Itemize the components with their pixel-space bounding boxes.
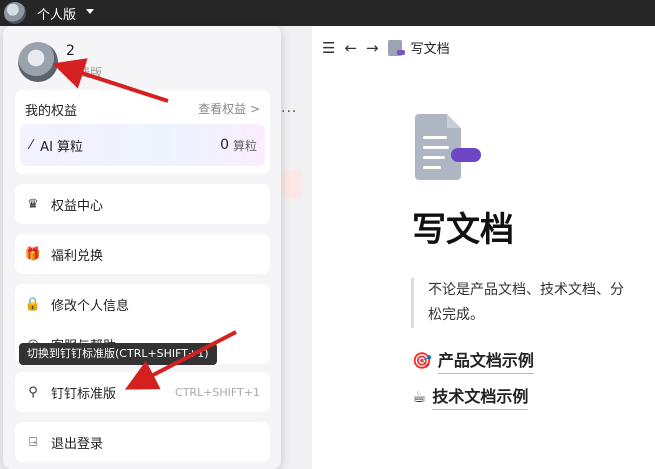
document-area: ☰ ← → 写文档 写文档 不论是产品文档、技术文档、分 松完成。 🎯 产品文档… <box>312 26 655 469</box>
back-arrow-icon[interactable]: ← <box>344 39 357 57</box>
gift-icon: 🎁 <box>24 246 42 262</box>
avatar-small[interactable] <box>4 2 26 24</box>
target-icon: 🎯 <box>412 351 432 370</box>
logout-icon: ⍈ <box>29 434 37 450</box>
page-title: 写文档 <box>412 210 514 250</box>
benefits-label: 我的权益 <box>25 104 78 119</box>
quote-line: 不论是产品文档、技术文档、分 <box>428 282 624 298</box>
ai-credits-row[interactable]: ⁄ AI 算粒 0 算粒 <box>20 124 265 166</box>
highlight-block <box>282 169 302 199</box>
top-bar: 个人版 <box>0 0 655 26</box>
magic-wand-icon: ⁄ <box>30 137 33 153</box>
coffee-icon: ☕ <box>412 387 427 406</box>
menu-item-logout[interactable]: ⍈ 退出登录 <box>15 422 270 462</box>
quote-line: 松完成。 <box>428 307 484 323</box>
caret-down-icon[interactable] <box>86 9 94 14</box>
doc-cover-icon <box>415 114 481 180</box>
breadcrumb[interactable]: 写文档 <box>411 38 450 57</box>
view-benefits-link[interactable]: 查看权益 > <box>198 100 260 117</box>
profile-header[interactable]: 2 免费版 <box>3 26 281 88</box>
account-menu: 2 免费版 我的权益 查看权益 > ⁄ AI 算粒 0 算粒 ♛ 权益中心 🎁 … <box>3 26 281 469</box>
ai-credits-count: 0 <box>220 137 229 153</box>
document-icon <box>387 39 405 56</box>
edition-label: 免费版 <box>66 66 103 80</box>
shortcut-label: CTRL+SHIFT+1 <box>175 385 260 399</box>
benefits-card: 我的权益 查看权益 > ⁄ AI 算粒 0 算粒 <box>15 90 270 174</box>
menu-item-benefits-center[interactable]: ♛ 权益中心 <box>15 184 270 224</box>
workspace-title[interactable]: 个人版 <box>37 4 76 23</box>
tooltip: 切换到钉钉标准版(CTRL+SHIFT+1) <box>19 343 217 365</box>
forward-arrow-icon[interactable]: → <box>366 39 379 57</box>
ai-credits-unit: 算粒 <box>232 138 257 153</box>
more-icon[interactable]: ··· <box>281 104 297 120</box>
lock-icon: 🔒 <box>24 296 42 312</box>
avatar[interactable] <box>18 42 58 82</box>
example-link-product[interactable]: 🎯 产品文档示例 <box>412 347 534 374</box>
quote-block: 不论是产品文档、技术文档、分 松完成。 <box>411 278 655 328</box>
ai-credits-label: AI 算粒 <box>40 139 84 155</box>
doc-nav: ☰ ← → 写文档 <box>322 38 450 58</box>
example-link-tech[interactable]: ☕ 技术文档示例 <box>412 383 529 410</box>
menu-item-edit-profile[interactable]: 🔒 修改个人信息 <box>15 284 270 324</box>
crown-icon: ♛ <box>27 196 39 212</box>
user-name: 2 <box>66 43 75 59</box>
menu-icon[interactable]: ☰ <box>322 39 335 57</box>
menu-item-redeem[interactable]: 🎁 福利兑换 <box>15 234 270 274</box>
menu-item-switch-standard[interactable]: ⚲ 钉钉标准版 CTRL+SHIFT+1 <box>15 372 270 412</box>
dingtalk-icon: ⚲ <box>28 384 38 400</box>
